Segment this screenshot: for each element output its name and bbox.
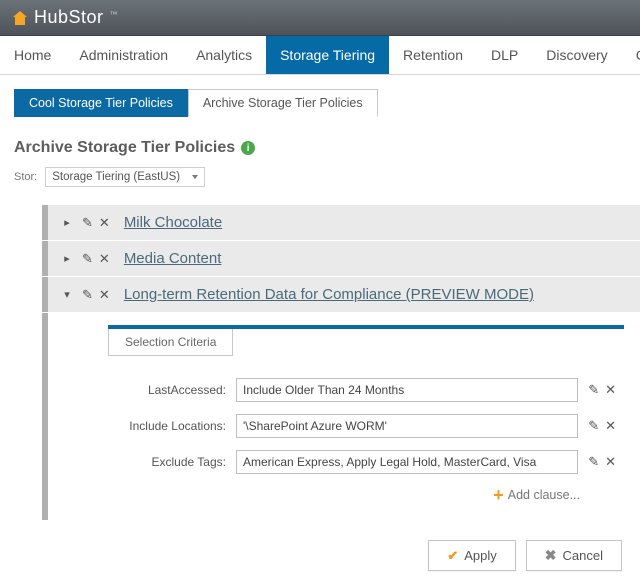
edit-icon[interactable] <box>82 251 93 267</box>
tab-selection-criteria[interactable]: Selection Criteria <box>108 329 233 356</box>
nav-dlp[interactable]: DLP <box>477 36 532 74</box>
close-icon: ✖ <box>545 547 557 564</box>
row-actions <box>82 215 110 231</box>
apply-button[interactable]: ✔ Apply <box>428 540 515 571</box>
policy-link[interactable]: Long-term Retention Data for Compliance … <box>124 286 534 303</box>
criteria-tabhost: Selection Criteria <box>108 329 624 356</box>
delete-icon[interactable] <box>99 215 110 231</box>
criteria-actions <box>588 418 616 434</box>
nav-retention[interactable]: Retention <box>389 36 477 74</box>
delete-icon[interactable] <box>99 287 110 303</box>
top-nav: Home Administration Analytics Storage Ti… <box>0 36 640 75</box>
edit-icon[interactable] <box>588 418 599 434</box>
add-clause-label: Add clause... <box>508 488 580 502</box>
check-icon: ✔ <box>447 548 458 564</box>
row-actions <box>82 287 110 303</box>
policy-row: ▸ Media Content <box>42 241 640 277</box>
policy-expanded-panel: Selection Criteria LastAccessed: Include… <box>42 313 640 520</box>
delete-icon[interactable] <box>605 418 616 434</box>
nav-discovery[interactable]: Discovery <box>532 36 621 74</box>
brand-tm: ™ <box>110 10 118 19</box>
nav-storage-tiering[interactable]: Storage Tiering <box>266 36 389 74</box>
row-gutter <box>42 277 48 312</box>
edit-icon[interactable] <box>82 287 93 303</box>
row-actions <box>82 251 110 267</box>
delete-icon[interactable] <box>605 382 616 398</box>
nav-chargeback[interactable]: Chargeback <box>622 36 640 74</box>
expander-icon[interactable]: ▾ <box>60 288 74 301</box>
delete-icon[interactable] <box>99 251 110 267</box>
criteria-input-include-locations[interactable] <box>236 414 578 438</box>
tab-archive-storage[interactable]: Archive Storage Tier Policies <box>188 89 378 117</box>
cancel-button[interactable]: ✖ Cancel <box>526 540 622 571</box>
delete-icon[interactable] <box>605 454 616 470</box>
brand: HubStor ™ <box>10 7 118 28</box>
nav-home[interactable]: Home <box>0 36 65 74</box>
expander-icon[interactable]: ▸ <box>60 252 74 265</box>
policy-row: ▾ Long-term Retention Data for Complianc… <box>42 277 640 313</box>
cancel-label: Cancel <box>563 548 603 563</box>
policy-link[interactable]: Media Content <box>124 250 222 267</box>
criteria-actions <box>588 454 616 470</box>
tier-tabs: Cool Storage Tier Policies Archive Stora… <box>14 89 640 117</box>
policy-link[interactable]: Milk Chocolate <box>124 214 222 231</box>
stor-selector-row: Stor: Storage Tiering (EastUS) <box>14 167 640 187</box>
plus-icon: + <box>493 486 504 504</box>
page-title: Archive Storage Tier Policies <box>14 139 235 157</box>
nav-administration[interactable]: Administration <box>65 36 182 74</box>
criteria-label: Exclude Tags: <box>116 455 226 469</box>
edit-icon[interactable] <box>588 454 599 470</box>
criteria-label: Include Locations: <box>116 419 226 433</box>
stor-select[interactable]: Storage Tiering (EastUS) <box>45 167 205 187</box>
edit-icon[interactable] <box>82 215 93 231</box>
edit-icon[interactable] <box>588 382 599 398</box>
expander-icon[interactable]: ▸ <box>60 216 74 229</box>
criteria-row: LastAccessed: <box>116 378 616 402</box>
tab-cool-storage[interactable]: Cool Storage Tier Policies <box>14 89 188 117</box>
stor-label: Stor: <box>14 171 37 183</box>
nav-analytics[interactable]: Analytics <box>182 36 266 74</box>
row-gutter <box>42 205 48 240</box>
policy-list: ▸ Milk Chocolate ▸ Media Content ▾ Long-… <box>42 205 640 313</box>
app-header: HubStor ™ <box>0 0 640 36</box>
stor-select-value: Storage Tiering (EastUS) <box>52 171 180 183</box>
add-clause-link[interactable]: + Add clause... <box>116 486 580 504</box>
brand-icon <box>10 9 30 27</box>
row-gutter <box>42 241 48 276</box>
criteria-label: LastAccessed: <box>116 383 226 397</box>
apply-label: Apply <box>464 548 497 563</box>
footer-buttons: ✔ Apply ✖ Cancel <box>0 520 640 585</box>
criteria-actions <box>588 382 616 398</box>
criteria-row: Include Locations: <box>116 414 616 438</box>
policy-row: ▸ Milk Chocolate <box>42 205 640 241</box>
page-heading: Archive Storage Tier Policies i <box>14 139 640 157</box>
criteria-row: Exclude Tags: <box>116 450 616 474</box>
criteria-input-lastaccessed[interactable] <box>236 378 578 402</box>
brand-text: HubStor <box>34 7 104 28</box>
info-icon[interactable]: i <box>241 141 255 155</box>
expanded-body: Selection Criteria LastAccessed: Include… <box>48 313 640 520</box>
criteria-content: LastAccessed: Include Locations: Exclude… <box>108 356 624 504</box>
criteria-input-exclude-tags[interactable] <box>236 450 578 474</box>
